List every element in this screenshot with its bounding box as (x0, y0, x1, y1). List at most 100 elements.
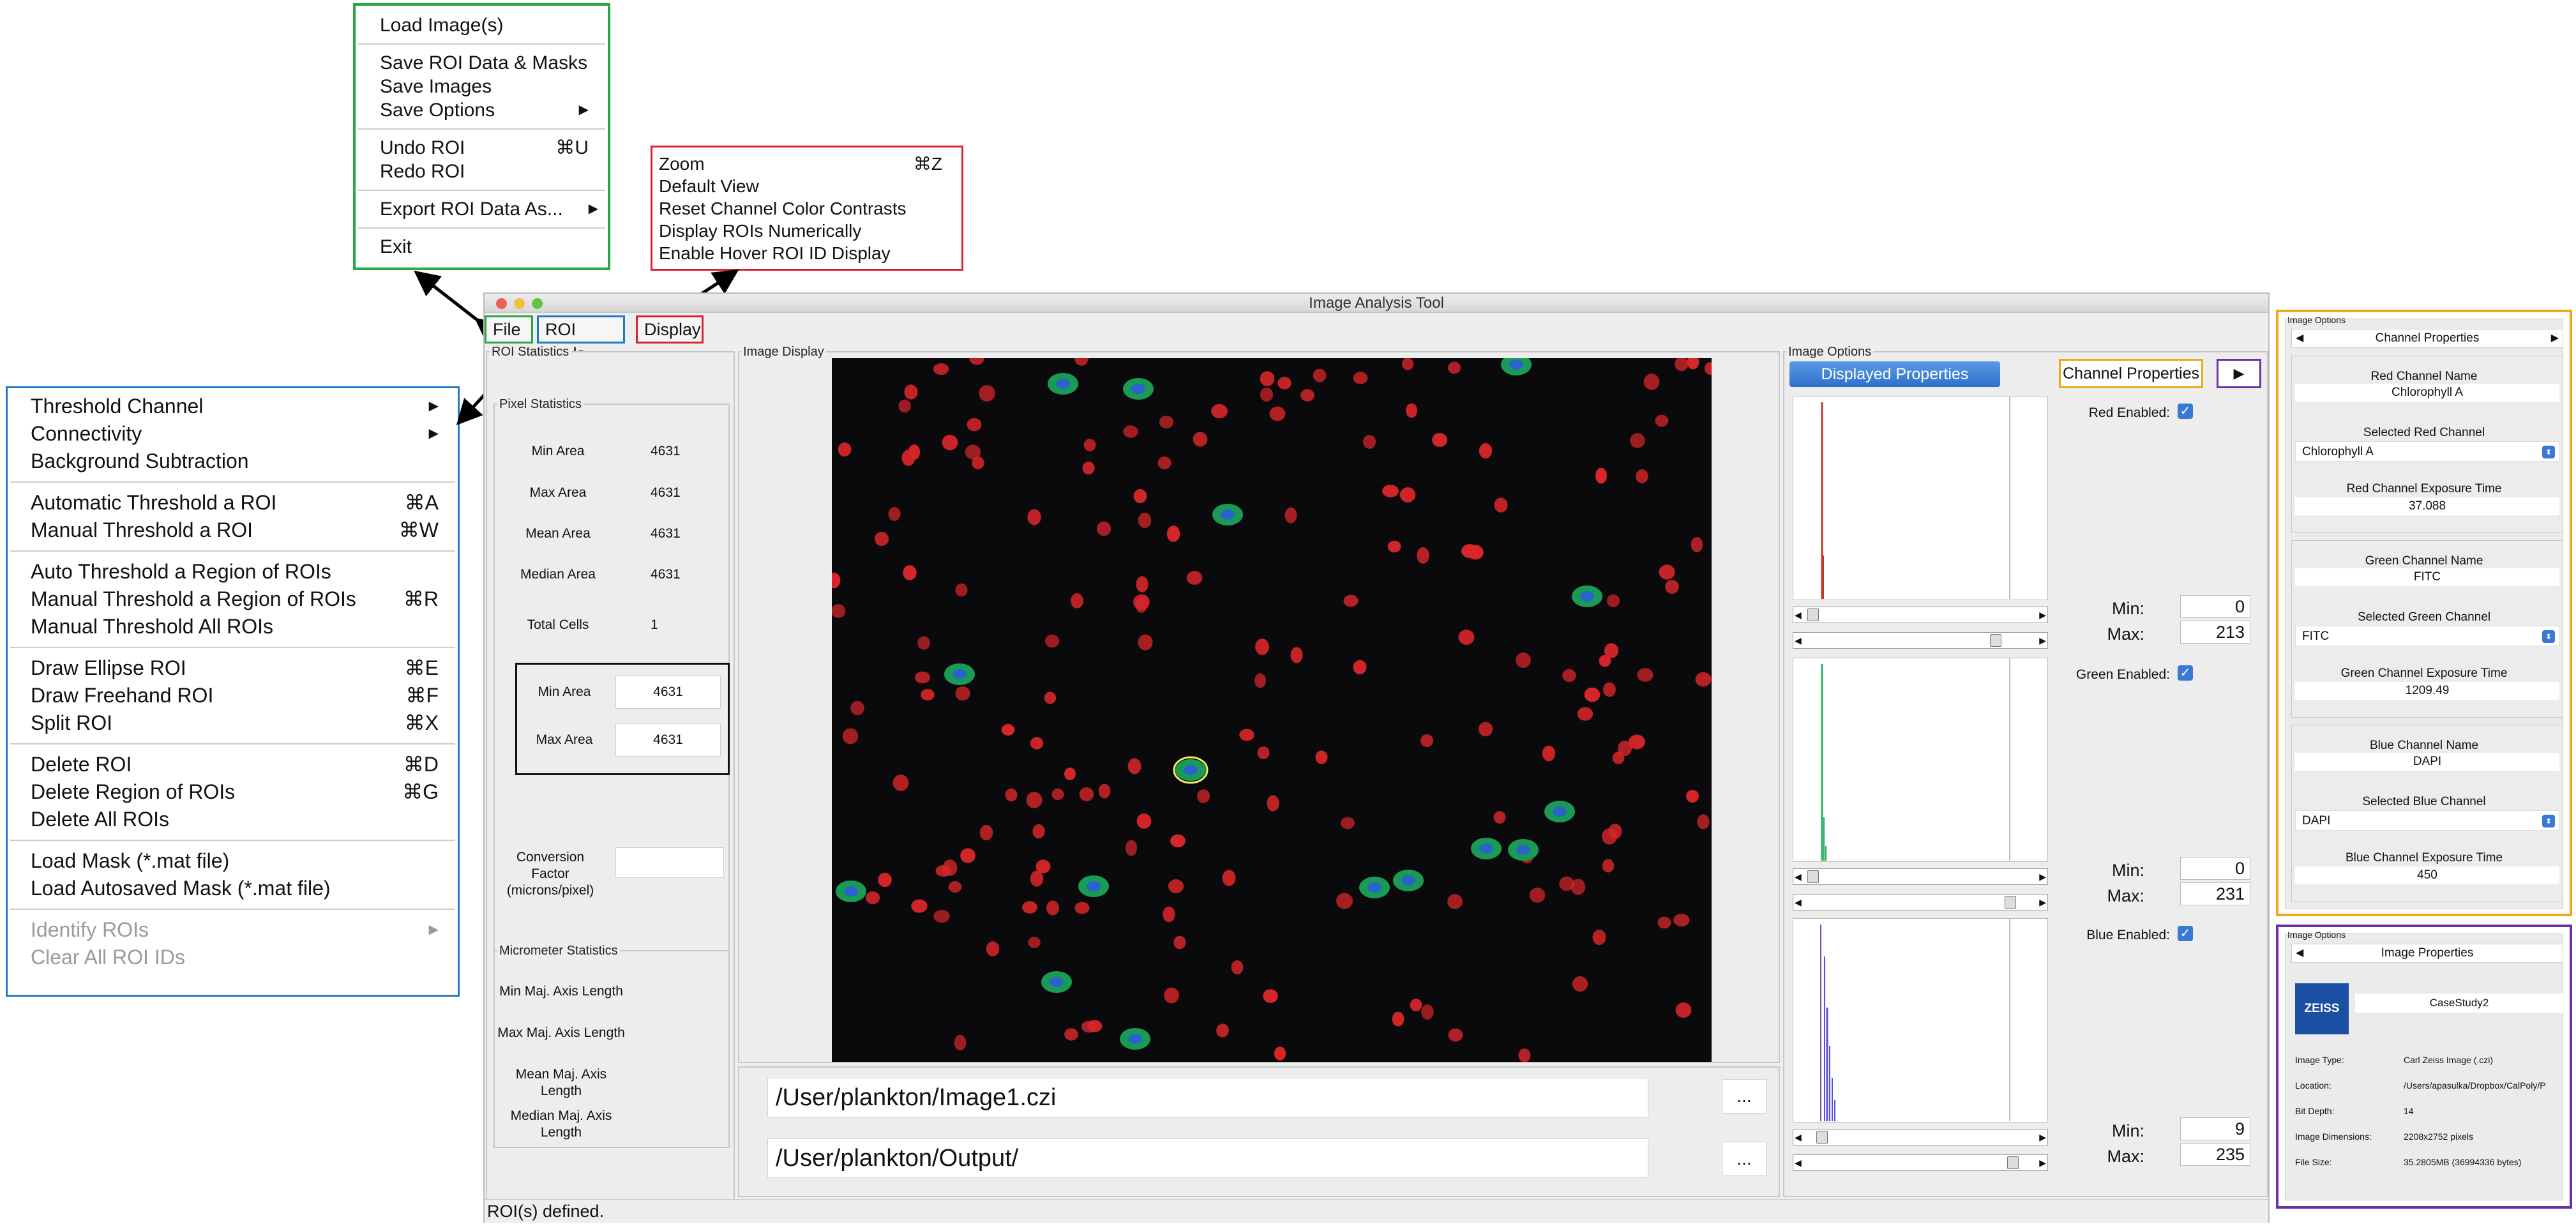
min-slider[interactable]: ◀ ▶ (1793, 607, 2048, 623)
red-cell (1353, 372, 1368, 384)
max-slider[interactable]: ◀ ▶ (1793, 632, 2048, 649)
min-slider[interactable]: ◀ ▶ (1793, 1129, 2048, 1145)
menu-item[interactable]: Split ROI ⌘X (8, 709, 458, 737)
channel-enabled-checkbox[interactable]: ✓ (2178, 926, 2193, 941)
menu-item[interactable]: Load Autosaved Mask (*.mat file) (8, 875, 458, 902)
green-name-field[interactable]: FITC (2295, 568, 2559, 586)
max-slider[interactable]: ◀ ▶ (1793, 894, 2048, 910)
chevron-right-icon[interactable]: ▶ (2039, 872, 2046, 882)
channel-nav-bar: ◀ Channel Properties ▶ (2291, 329, 2563, 348)
red-cell (933, 909, 950, 923)
max-area-input[interactable]: 4631 (615, 723, 721, 757)
menu-item[interactable]: Clear All ROI IDs (8, 944, 458, 971)
chevron-right-icon[interactable]: ▶ (2039, 1158, 2046, 1168)
max-label: Max: (2107, 624, 2144, 644)
max-value-input[interactable]: 213 (2180, 621, 2250, 644)
chevron-right-icon[interactable]: ▶ (2039, 1132, 2046, 1143)
slider-thumb[interactable] (1807, 870, 1819, 883)
min-value-input[interactable]: 0 (2180, 857, 2250, 880)
menu-item[interactable]: Draw Ellipse ROI ⌘E (8, 654, 458, 682)
close-icon[interactable] (496, 298, 507, 309)
slider-thumb[interactable] (1989, 634, 2001, 647)
max-value-input[interactable]: 231 (2180, 882, 2250, 905)
input-browse-button[interactable]: ... (1722, 1079, 1766, 1114)
next-panel-button[interactable]: ▶ (2217, 359, 2261, 388)
chevron-right-icon[interactable]: ▶ (2039, 897, 2046, 908)
green-exposure-field[interactable]: 1209.49 (2295, 682, 2559, 700)
menu-item[interactable]: Manual Threshold a Region of ROIs ⌘R (8, 586, 458, 613)
max-value-input[interactable]: 235 (2180, 1143, 2250, 1166)
red-cell (1267, 795, 1279, 812)
max-slider[interactable]: ◀ ▶ (1793, 1154, 2048, 1171)
chevron-left-icon[interactable]: ◀ (1795, 872, 1802, 882)
input-path-field[interactable]: /User/plankton/Image1.czi (767, 1078, 1648, 1117)
chevron-left-icon[interactable]: ◀ (1795, 1158, 1802, 1168)
slider-thumb[interactable] (1816, 1131, 1828, 1144)
chevron-left-icon[interactable]: ◀ (1795, 1132, 1802, 1143)
menu-item[interactable]: Auto Threshold a Region of ROIs (8, 558, 458, 586)
cell-nucleus (1580, 591, 1594, 601)
blue-channel-select[interactable]: DAPI ⬍ (2295, 810, 2559, 831)
red-cell (888, 507, 901, 521)
menu-item[interactable]: Delete All ROIs (8, 806, 458, 833)
red-cell (1447, 894, 1463, 909)
menu-item[interactable]: Identify ROIs ▶ (8, 916, 458, 944)
min-slider[interactable]: ◀ ▶ (1793, 868, 2048, 885)
prev-icon[interactable]: ◀ (2296, 944, 2303, 962)
dropdown-icon[interactable]: ⬍ (2542, 815, 2555, 827)
green-channel-select[interactable]: FITC ⬍ (2295, 626, 2559, 646)
next-icon[interactable]: ▶ (2551, 329, 2559, 347)
output-browse-button[interactable]: ... (1722, 1142, 1766, 1176)
blue-exposure-field[interactable]: 450 (2295, 866, 2559, 884)
maximize-icon[interactable] (532, 298, 543, 309)
red-cell (1239, 729, 1254, 741)
menu-item[interactable]: Delete ROI ⌘D (8, 751, 458, 778)
dropdown-icon[interactable]: ⬍ (2542, 446, 2555, 458)
min-value-input[interactable]: 0 (2180, 595, 2250, 618)
output-path-field[interactable]: /User/plankton/Output/ (767, 1138, 1648, 1178)
menu-item[interactable]: Load Mask (*.mat file) (8, 847, 458, 875)
slider-thumb[interactable] (1807, 608, 1819, 621)
red-cell (1584, 687, 1601, 702)
chevron-left-icon[interactable]: ◀ (1795, 610, 1802, 621)
red-cell (921, 689, 935, 700)
menu-item[interactable]: Draw Freehand ROI ⌘F (8, 682, 458, 709)
minimize-icon[interactable] (514, 298, 525, 309)
red-exposure-field[interactable]: 37.088 (2295, 497, 2559, 515)
red-name-field[interactable]: Chlorophyll A (2295, 384, 2559, 402)
blue-name-field[interactable]: DAPI (2295, 753, 2559, 771)
prev-icon[interactable]: ◀ (2296, 329, 2303, 347)
red-cell (898, 399, 911, 413)
chevron-right-icon[interactable]: ▶ (2039, 610, 2046, 621)
menu-item-label: Delete Region of ROIs (31, 780, 236, 803)
cell-nucleus (1050, 977, 1064, 987)
menu-file[interactable]: File (485, 315, 533, 344)
tab-channel-properties[interactable]: Channel Properties (2059, 359, 2203, 388)
red-cell (1410, 999, 1422, 1011)
chevron-left-icon[interactable]: ◀ (1795, 897, 1802, 908)
chevron-right-icon[interactable]: ▶ (2039, 635, 2046, 646)
title-bar: Image Analysis Tool (485, 294, 2268, 313)
menu-item[interactable]: Manual Threshold All ROIs (8, 613, 458, 640)
conversion-factor-input[interactable] (615, 847, 724, 878)
min-area-input[interactable]: 4631 (615, 676, 721, 709)
red-cell (969, 358, 984, 365)
menu-display[interactable]: Display (636, 315, 704, 344)
menu-roi-tools[interactable]: ROI Tools (537, 315, 625, 363)
microscope-image[interactable] (832, 358, 1712, 1062)
red-cell (965, 444, 981, 460)
image-prop-label: Image Dimensions: (2295, 1131, 2372, 1142)
channel-enabled-checkbox[interactable]: ✓ (2178, 404, 2193, 419)
channel-enabled-checkbox[interactable]: ✓ (2178, 665, 2193, 681)
menu-item[interactable]: Manual Threshold a ROI ⌘W (8, 517, 458, 544)
chevron-left-icon[interactable]: ◀ (1795, 635, 1802, 646)
slider-thumb[interactable] (2007, 1156, 2019, 1169)
red-channel-select[interactable]: Chlorophyll A ⬍ (2295, 441, 2559, 462)
slider-thumb[interactable] (2005, 896, 2017, 909)
menu-shortcut: ⌘R (403, 587, 439, 610)
tab-displayed-properties[interactable]: Displayed Properties (1789, 361, 2000, 387)
menu-item[interactable]: Delete Region of ROIs ⌘G (8, 778, 458, 806)
min-value-input[interactable]: 9 (2180, 1117, 2250, 1140)
cell-nucleus (1401, 875, 1415, 886)
dropdown-icon[interactable]: ⬍ (2542, 630, 2555, 643)
